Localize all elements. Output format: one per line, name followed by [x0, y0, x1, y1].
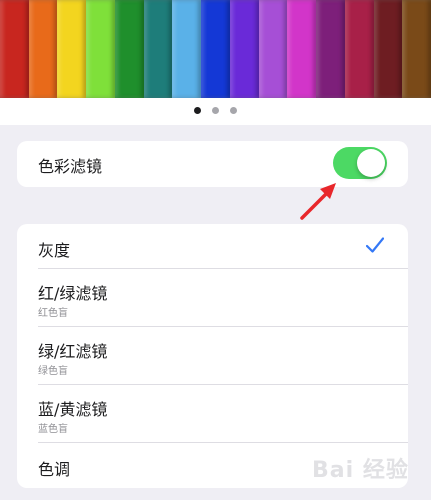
pencil-stripe — [0, 0, 29, 98]
pencil-stripe — [402, 0, 431, 98]
annotation-arrow-icon — [300, 183, 336, 220]
filter-list: 灰度 红/绿滤镜 红色盲 绿/红滤镜 绿色盲 蓝/黄滤镜 蓝色盲 色调 — [17, 224, 408, 488]
filter-option-title: 色调 — [38, 460, 71, 479]
colored-pencils-image — [0, 0, 431, 98]
filter-option-title: 蓝/黄滤镜 — [38, 400, 108, 419]
page-indicator[interactable] — [0, 104, 431, 116]
pencil-stripe — [143, 0, 173, 98]
pencil-stripe — [57, 0, 87, 98]
filter-option-title: 绿/红滤镜 — [38, 342, 108, 361]
pencil-stripe — [287, 0, 317, 98]
page-dot-3[interactable] — [230, 106, 237, 114]
pencil-stripe — [344, 0, 374, 98]
page-dot-2[interactable] — [212, 106, 219, 114]
filter-option-title: 红/绿滤镜 — [38, 284, 108, 303]
color-preview-carousel[interactable] — [0, 0, 431, 125]
switch-knob — [357, 149, 385, 177]
filter-option-green-red[interactable]: 绿/红滤镜 绿色盲 — [17, 327, 408, 385]
filter-option-blue-yellow[interactable]: 蓝/黄滤镜 蓝色盲 — [17, 385, 408, 443]
filter-option-red-green[interactable]: 红/绿滤镜 红色盲 — [17, 269, 408, 327]
pencil-stripe — [316, 0, 345, 98]
pencil-stripe — [114, 0, 144, 98]
pencil-stripe — [229, 0, 259, 98]
color-filter-toggle-row: 色彩滤镜 — [17, 141, 408, 187]
filter-option-subtitle: 绿色盲 — [38, 366, 68, 377]
pencil-stripe — [28, 0, 58, 98]
watermark-logo: Bai 经验 — [312, 458, 409, 483]
checkmark-icon — [366, 237, 384, 253]
pencil-stripe — [201, 0, 230, 98]
pencil-stripe — [258, 0, 288, 98]
filter-option-subtitle: 红色盲 — [38, 308, 68, 319]
pencil-stripe — [172, 0, 202, 98]
filter-option-grayscale[interactable]: 灰度 — [17, 224, 408, 269]
filter-option-subtitle: 蓝色盲 — [38, 424, 68, 435]
pencil-stripe — [373, 0, 403, 98]
color-filter-label: 色彩滤镜 — [38, 157, 103, 176]
page-dot-1[interactable] — [194, 106, 201, 114]
filter-option-title: 灰度 — [38, 241, 71, 260]
color-filter-switch[interactable] — [333, 147, 387, 179]
pencil-stripe — [86, 0, 115, 98]
